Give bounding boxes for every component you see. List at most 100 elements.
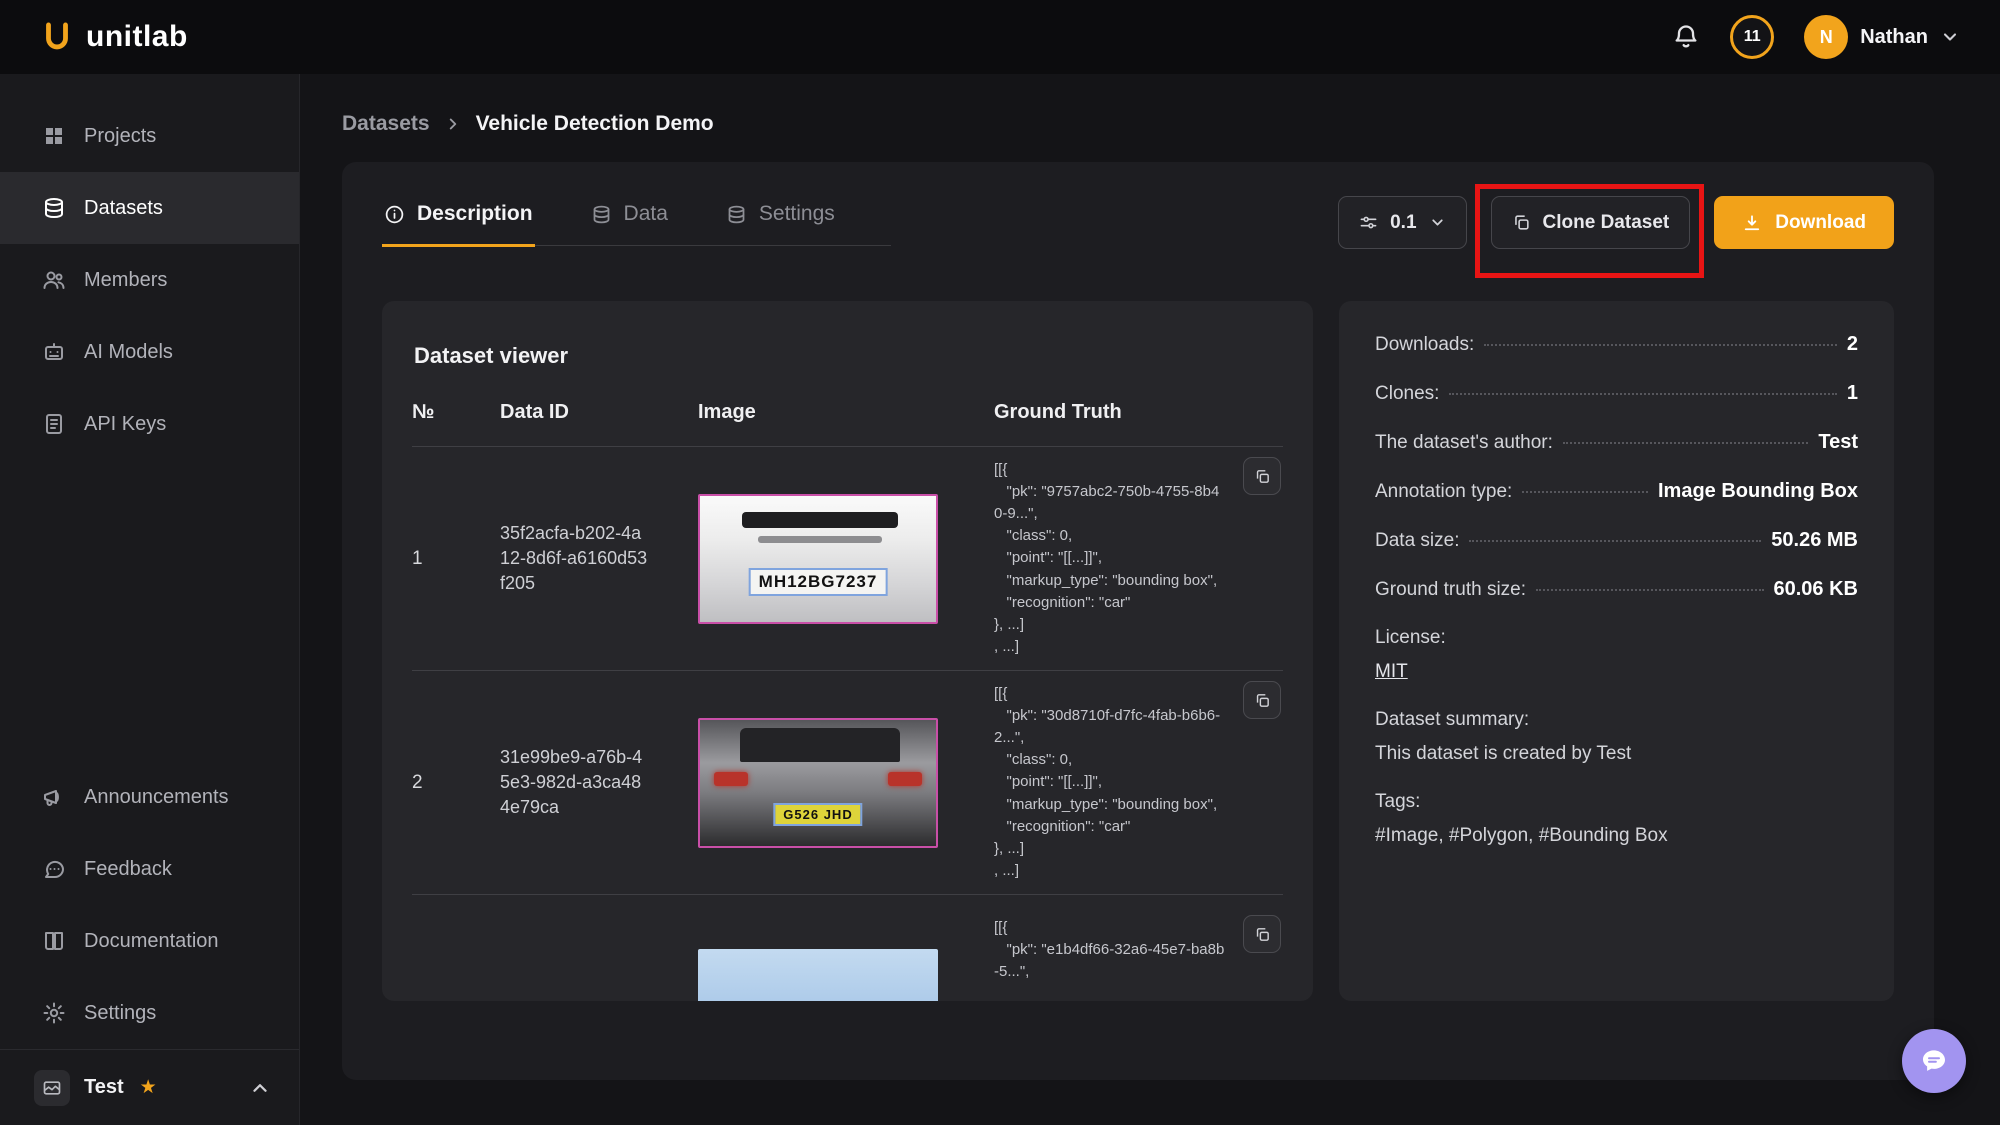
tab-description[interactable]: Description (382, 196, 535, 247)
column-header-ground-truth: Ground Truth (994, 401, 1283, 424)
sidebar-spacer (0, 460, 299, 761)
dotted-leader (1484, 344, 1837, 346)
brand-logo[interactable]: unitlab (40, 20, 188, 54)
tags-label: Tags: (1375, 791, 1858, 813)
dotted-leader (1522, 491, 1648, 493)
sidebar-item-announcements[interactable]: Announcements (0, 761, 299, 833)
ground-truth-json: [[{ "pk": "e1b4df66-32a6-45e7-ba8b-5..."… (994, 917, 1277, 983)
dataset-card: Description Data Settings 0.1 (342, 162, 1934, 1080)
stat-downloads: Downloads: 2 (1375, 333, 1858, 356)
sidebar-item-projects[interactable]: Projects (0, 100, 299, 172)
car-trim-shape (758, 536, 882, 543)
row-number: 1 (412, 548, 500, 570)
card-controls: 0.1 Clone Dataset Download (1338, 196, 1894, 249)
stat-value: 50.26 MB (1771, 529, 1858, 552)
stat-license: License: MIT (1375, 627, 1858, 683)
download-button-label: Download (1775, 212, 1866, 234)
sidebar-item-label: AI Models (84, 341, 173, 364)
copy-ground-truth-button[interactable] (1243, 915, 1281, 953)
tab-data[interactable]: Data (589, 196, 670, 247)
dotted-leader (1469, 540, 1761, 542)
license-link[interactable]: MIT (1375, 661, 1408, 682)
car-window-shape (740, 728, 900, 762)
feedback-icon (42, 857, 66, 881)
stat-value: 2 (1847, 333, 1858, 356)
stat-label: Downloads: (1375, 334, 1474, 356)
chevron-down-icon (1429, 214, 1446, 231)
viewer-title: Dataset viewer (414, 343, 1283, 369)
row-image-cell (698, 917, 994, 1001)
row-data-id: 31e99be9-a76b-45e3-982d-a3ca484e79ca (500, 745, 698, 821)
download-icon (1742, 213, 1762, 233)
stat-summary: Dataset summary: This dataset is created… (1375, 709, 1858, 765)
download-button[interactable]: Download (1714, 196, 1894, 249)
stat-label: Ground truth size: (1375, 579, 1526, 601)
card-header: Description Data Settings 0.1 (382, 196, 1894, 249)
dotted-leader (1563, 442, 1808, 444)
sidebar: Projects Datasets Members AI Models API … (0, 74, 300, 1125)
sidebar-item-label: Members (84, 269, 167, 292)
sidebar-secondary-nav: Announcements Feedback Documentation Set… (0, 761, 299, 1049)
card-body: Dataset viewer № Data ID Image Ground Tr… (382, 301, 1894, 1001)
row-data-id: 35f2acfa-b202-4a12-8d6f-a6160d53f205 (500, 521, 698, 597)
ground-truth-cell: [[{ "pk": "30d8710f-d7fc-4fab-b6b6-2..."… (994, 683, 1283, 881)
column-header-data-id: Data ID (500, 401, 698, 424)
sidebar-item-documentation[interactable]: Documentation (0, 905, 299, 977)
version-selector[interactable]: 0.1 (1338, 196, 1466, 249)
sidebar-item-settings[interactable]: Settings (0, 977, 299, 1049)
sidebar-item-label: Feedback (84, 858, 172, 881)
chat-support-button[interactable] (1902, 1029, 1966, 1093)
database-icon (591, 204, 612, 225)
stat-annotation-type: Annotation type: Image Bounding Box (1375, 480, 1858, 503)
user-name: Nathan (1860, 26, 1928, 49)
sidebar-item-label: Announcements (84, 786, 229, 809)
workspace-switcher[interactable]: Test ★ (0, 1049, 299, 1125)
sidebar-item-label: Projects (84, 125, 156, 148)
notifications-bell-button[interactable] (1672, 23, 1700, 51)
sidebar-item-api-keys[interactable]: API Keys (0, 388, 299, 460)
stat-value: Image Bounding Box (1658, 480, 1858, 503)
sidebar-item-members[interactable]: Members (0, 244, 299, 316)
ground-truth-cell: [[{ "pk": "e1b4df66-32a6-45e7-ba8b-5..."… (994, 917, 1283, 983)
clone-button-wrapper: Clone Dataset (1491, 196, 1691, 249)
dotted-leader (1449, 393, 1836, 395)
workspace-name: Test (84, 1076, 124, 1099)
taillight-shape (714, 772, 748, 786)
clone-dataset-button[interactable]: Clone Dataset (1491, 196, 1691, 249)
stat-tags: Tags: #Image, #Polygon, #Bounding Box (1375, 791, 1858, 847)
chevron-right-icon (444, 115, 462, 133)
dotted-leader (1536, 589, 1763, 591)
license-label: License: (1375, 627, 1858, 649)
sidebar-item-label: Documentation (84, 930, 219, 953)
sidebar-item-feedback[interactable]: Feedback (0, 833, 299, 905)
notification-count-badge[interactable]: 11 (1730, 15, 1774, 59)
stat-value: 60.06 KB (1774, 578, 1859, 601)
sidebar-item-ai-models[interactable]: AI Models (0, 316, 299, 388)
breadcrumb-current: Vehicle Detection Demo (476, 112, 714, 136)
dataset-stats-panel: Downloads: 2 Clones: 1 The dataset's aut… (1339, 301, 1894, 1001)
bell-icon (1672, 23, 1700, 51)
table-row: [[{ "pk": "e1b4df66-32a6-45e7-ba8b-5..."… (412, 895, 1283, 1001)
chevron-down-icon (1940, 27, 1960, 47)
copy-icon (1254, 692, 1271, 709)
row-image-cell: MH12BG7237 (698, 494, 994, 624)
summary-text: This dataset is created by Test (1375, 743, 1631, 764)
column-header-num: № (412, 401, 500, 424)
sample-image-thumbnail[interactable] (698, 949, 938, 1001)
stat-label: Annotation type: (1375, 481, 1512, 503)
chevron-up-icon (249, 1077, 271, 1099)
sidebar-item-label: Settings (84, 1002, 156, 1025)
taillight-shape (888, 772, 922, 786)
copy-ground-truth-button[interactable] (1243, 681, 1281, 719)
sidebar-item-label: Datasets (84, 197, 163, 220)
sidebar-item-datasets[interactable]: Datasets (0, 172, 299, 244)
copy-icon (1512, 213, 1531, 232)
stat-label: The dataset's author: (1375, 432, 1553, 454)
user-menu[interactable]: N Nathan (1804, 15, 1960, 59)
sample-image-thumbnail[interactable]: G526 JHD (698, 718, 938, 848)
tab-settings[interactable]: Settings (724, 196, 837, 247)
sample-image-thumbnail[interactable]: MH12BG7237 (698, 494, 938, 624)
breadcrumb-datasets-link[interactable]: Datasets (342, 112, 430, 136)
copy-ground-truth-button[interactable] (1243, 457, 1281, 495)
stat-label: Data size: (1375, 530, 1459, 552)
